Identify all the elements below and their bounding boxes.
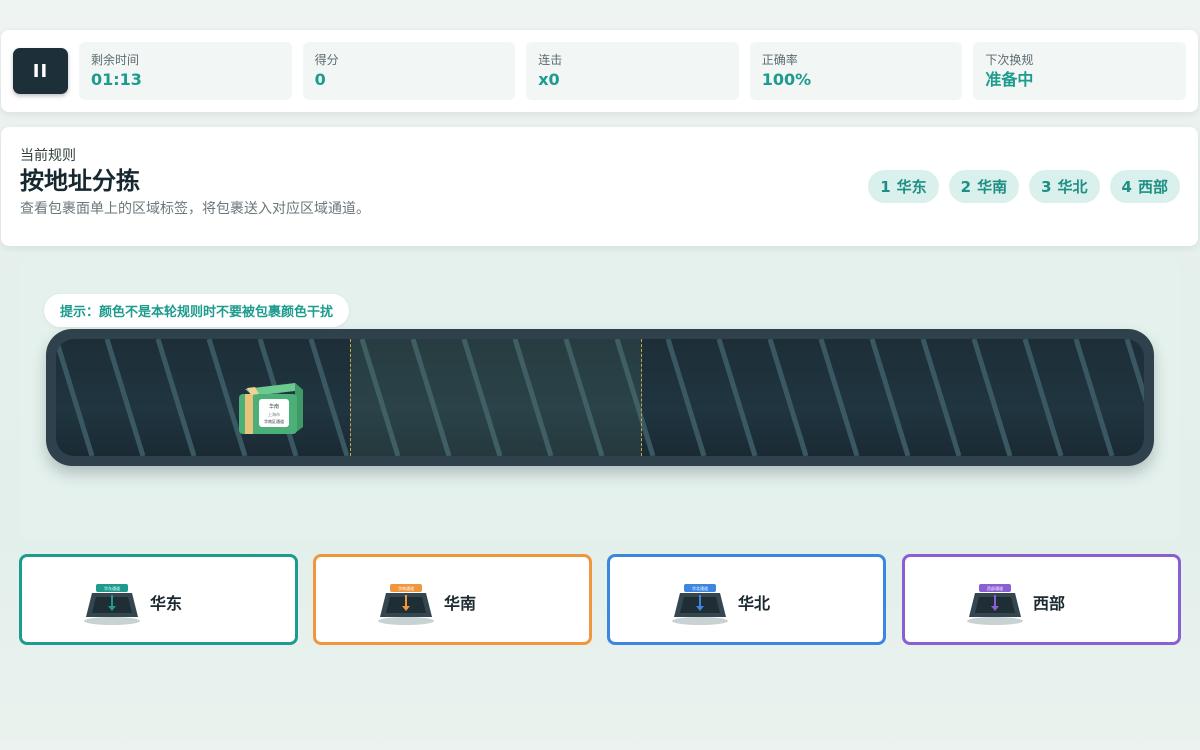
stat-value: 100% bbox=[761, 70, 812, 89]
bin-label: 西部 bbox=[1033, 594, 1066, 613]
stat-label: 正确率 bbox=[761, 53, 798, 67]
belt-stripe bbox=[1073, 339, 1115, 456]
belt-surface bbox=[56, 339, 1144, 456]
rule-key-legend: 1 华东 2 华南 3 华北 4 西部 bbox=[868, 170, 1180, 203]
belt-stripe bbox=[308, 339, 350, 456]
key-label: 西部 bbox=[1137, 178, 1168, 196]
belt-stripe bbox=[971, 339, 1013, 456]
bin-north[interactable]: 华北通道 华北 bbox=[607, 554, 886, 645]
bin-label: 华东 bbox=[150, 594, 183, 613]
key-chip-east: 1 华东 bbox=[868, 170, 939, 203]
stat-next-rule-change: 下次换规 准备中 bbox=[973, 42, 1186, 100]
belt-stripe bbox=[56, 339, 95, 456]
belt-stripe bbox=[818, 339, 860, 456]
belt-stripe bbox=[155, 339, 197, 456]
stat-accuracy: 正确率 100% bbox=[749, 42, 963, 100]
chute-icon: 西部通道 bbox=[967, 584, 1023, 625]
current-rule-card: 当前规则 按地址分拣 查看包裹面单上的区域标签，将包裹送入对应区域通道。 1 华… bbox=[1, 127, 1198, 246]
hint-pill: 提示：颜色不是本轮规则时不要被包裹颜色干扰 bbox=[44, 294, 350, 327]
bin-west[interactable]: 西部通道 西部 bbox=[902, 554, 1181, 645]
stat-label: 下次换规 bbox=[985, 53, 1034, 67]
conveyor-belt bbox=[46, 329, 1154, 466]
key-number: 4 bbox=[1121, 177, 1132, 196]
package[interactable]: 华南 上海市 华南区通道 bbox=[237, 381, 305, 437]
key-number: 1 bbox=[880, 177, 891, 196]
bin-tag: 华北通道 bbox=[692, 585, 708, 591]
sort-zone bbox=[350, 339, 642, 456]
bin-tag: 华南通道 bbox=[398, 585, 414, 591]
belt-stripe bbox=[767, 339, 809, 456]
belt-stripe bbox=[869, 339, 911, 456]
stat-time-remaining: 剩余时间 01:13 bbox=[79, 42, 292, 100]
stat-value: x0 bbox=[538, 70, 560, 89]
bin-tag: 华东通道 bbox=[104, 585, 120, 591]
bin-south[interactable]: 华南通道 华南 bbox=[313, 554, 592, 645]
key-label: 华南 bbox=[977, 178, 1008, 196]
stat-label: 连击 bbox=[538, 53, 563, 67]
belt-stripe bbox=[1022, 339, 1064, 456]
stat-label: 得分 bbox=[314, 53, 339, 67]
belt-stripe bbox=[665, 339, 707, 456]
key-number: 2 bbox=[960, 177, 972, 196]
key-chip-south: 2 华南 bbox=[948, 170, 1020, 203]
key-chip-north: 3 华北 bbox=[1029, 170, 1100, 203]
package-label-channel: 华南区通道 bbox=[264, 418, 284, 424]
package-label-region: 华南 bbox=[269, 403, 279, 410]
package-label-city: 上海市 bbox=[268, 411, 280, 417]
package-box-icon: 华南 上海市 华南区通道 bbox=[239, 383, 303, 434]
pause-button[interactable]: II bbox=[13, 48, 68, 94]
pause-icon: II bbox=[32, 60, 49, 82]
belt-stripe bbox=[716, 339, 758, 456]
stat-value: 01:13 bbox=[91, 70, 142, 89]
key-label: 华北 bbox=[1057, 178, 1088, 196]
belt-stripe bbox=[1124, 339, 1144, 403]
bin-label: 华北 bbox=[738, 594, 771, 613]
stat-value: 0 bbox=[314, 70, 326, 89]
chute-icon: 华南通道 bbox=[378, 584, 434, 625]
bin-label: 华南 bbox=[444, 594, 477, 613]
key-label: 华东 bbox=[896, 178, 927, 196]
bin-east[interactable]: 华东通道 华东 bbox=[19, 554, 298, 645]
hud-bar: II 剩余时间 01:13 得分 0 连击 x0 正确率 100% 下次换规 准… bbox=[1, 30, 1198, 112]
belt-stripe bbox=[920, 339, 962, 456]
belt-stripe bbox=[104, 339, 146, 456]
stat-label: 剩余时间 bbox=[91, 53, 140, 67]
stat-score: 得分 0 bbox=[302, 42, 516, 100]
key-number: 3 bbox=[1041, 177, 1052, 196]
bin-tag: 西部通道 bbox=[987, 585, 1003, 591]
stat-value: 准备中 bbox=[985, 70, 1034, 89]
key-chip-west: 4 西部 bbox=[1109, 170, 1180, 203]
chute-icon: 华北通道 bbox=[672, 584, 728, 625]
chute-icon: 华东通道 bbox=[84, 584, 140, 625]
stat-combo: 连击 x0 bbox=[526, 42, 739, 100]
rule-kicker: 当前规则 bbox=[20, 148, 76, 164]
